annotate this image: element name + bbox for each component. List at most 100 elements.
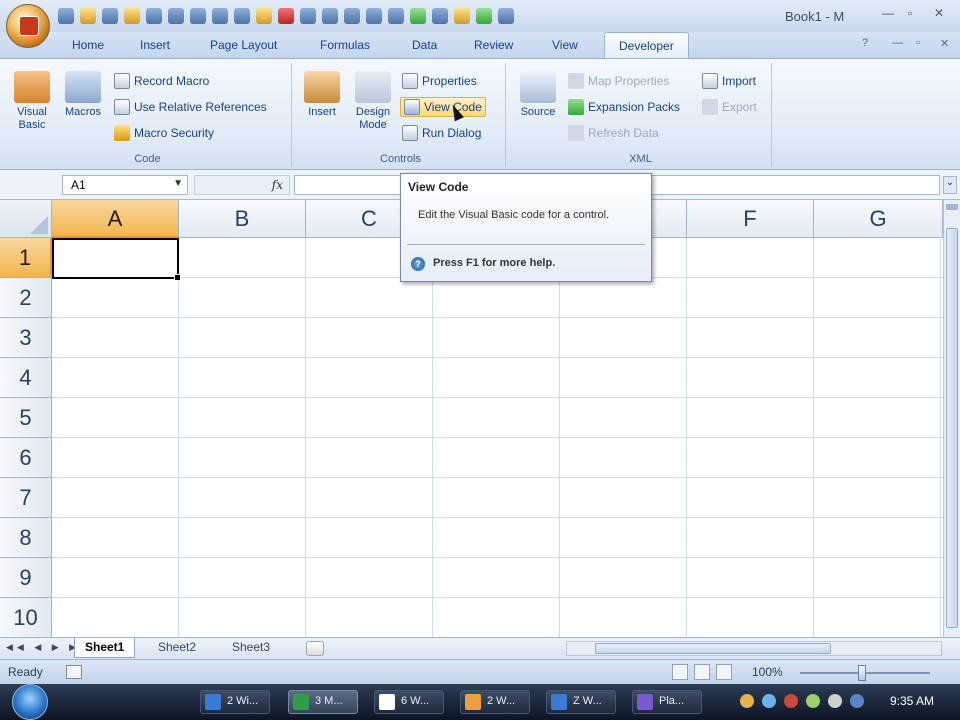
tray-icon[interactable] <box>784 694 798 708</box>
tab-page-layout[interactable]: Page Layout <box>210 38 277 52</box>
insert-sheet-icon[interactable] <box>306 641 324 656</box>
horizontal-scroll-thumb[interactable] <box>595 643 831 654</box>
map-properties-button[interactable]: Map Properties <box>568 73 669 89</box>
chart-icon[interactable] <box>410 8 426 24</box>
sort-ascending-icon[interactable] <box>190 8 206 24</box>
row-header-5[interactable]: 5 <box>0 398 52 438</box>
record-macro-button[interactable]: Record Macro <box>114 73 209 89</box>
refresh-data-button[interactable]: Refresh Data <box>568 125 659 141</box>
print-icon[interactable] <box>102 8 118 24</box>
page-layout-view-icon[interactable] <box>694 664 710 680</box>
start-button[interactable] <box>12 684 48 720</box>
use-relative-references-button[interactable]: Use Relative References <box>114 99 267 115</box>
view-code-button[interactable]: View Code <box>400 97 486 117</box>
taskbar-item-4[interactable]: 2 W... <box>460 690 530 714</box>
checkmark-icon[interactable] <box>476 8 492 24</box>
sheet-tab-sheet1[interactable]: Sheet1 <box>74 638 136 658</box>
mdi-close-button[interactable]: ✕ <box>940 37 949 50</box>
expansion-packs-button[interactable]: Expansion Packs <box>568 99 680 115</box>
column-header-f[interactable]: F <box>687 200 814 238</box>
import-button[interactable]: Import <box>702 73 756 89</box>
export-button[interactable]: Export <box>702 99 757 115</box>
zoom-slider-thumb[interactable] <box>858 665 866 681</box>
name-box[interactable]: A1 ▼ <box>62 175 188 195</box>
language-icon[interactable] <box>850 694 864 708</box>
tab-data[interactable]: Data <box>412 38 437 52</box>
office-button[interactable] <box>6 4 50 48</box>
cell-area[interactable] <box>52 238 943 637</box>
tray-icon[interactable] <box>806 694 820 708</box>
redo-icon[interactable] <box>168 8 184 24</box>
row-header-4[interactable]: 4 <box>0 358 52 398</box>
taskbar-item-3[interactable]: 6 W... <box>374 690 444 714</box>
macros-button[interactable]: Macros <box>60 71 106 119</box>
tab-insert[interactable]: Insert <box>140 38 170 52</box>
mdi-minimize-button[interactable]: — <box>892 37 903 49</box>
insert-control-button[interactable]: Insert <box>300 71 344 119</box>
column-header-b[interactable]: B <box>179 200 306 238</box>
row-header-9[interactable]: 9 <box>0 558 52 598</box>
zoom-icon[interactable] <box>344 8 360 24</box>
visual-basic-button[interactable]: Visual Basic <box>10 71 54 132</box>
taskbar-item-2[interactable]: 3 M... <box>288 690 358 714</box>
row-header-3[interactable]: 3 <box>0 318 52 358</box>
row-header-2[interactable]: 2 <box>0 278 52 318</box>
tab-formulas[interactable]: Formulas <box>320 38 370 52</box>
sort-descending-icon[interactable] <box>212 8 228 24</box>
minimize-button[interactable]: — <box>882 6 894 20</box>
network-icon[interactable] <box>762 694 776 708</box>
open-icon[interactable] <box>80 8 96 24</box>
spelling-icon[interactable] <box>388 8 404 24</box>
close-button[interactable]: ✕ <box>934 6 944 20</box>
camera-icon[interactable] <box>432 8 448 24</box>
normal-view-icon[interactable] <box>672 664 688 680</box>
horizontal-scrollbar[interactable] <box>566 641 942 656</box>
row-header-10[interactable]: 10 <box>0 598 52 637</box>
tray-icon[interactable] <box>740 694 754 708</box>
tab-developer[interactable]: Developer <box>604 32 689 58</box>
split-handle[interactable] <box>946 204 958 210</box>
taskbar-item-5[interactable]: Z W... <box>546 690 616 714</box>
chevron-down-icon[interactable]: ▼ <box>173 178 183 189</box>
clock[interactable]: 9:35 AM <box>890 694 934 708</box>
zoom-level[interactable]: 100% <box>752 665 783 679</box>
restore-button[interactable]: ▫ <box>908 6 912 20</box>
find-icon[interactable] <box>366 8 382 24</box>
properties-button[interactable]: Properties <box>402 73 477 89</box>
column-header-a[interactable]: A <box>52 200 179 238</box>
row-header-7[interactable]: 7 <box>0 478 52 518</box>
run-dialog-button[interactable]: Run Dialog <box>402 125 481 141</box>
source-button[interactable]: Source <box>514 71 562 119</box>
volume-icon[interactable] <box>828 694 842 708</box>
tab-view[interactable]: View <box>552 38 578 52</box>
design-mode-button[interactable]: Design Mode <box>348 71 398 132</box>
font-color-icon[interactable] <box>278 8 294 24</box>
page-break-view-icon[interactable] <box>716 664 732 680</box>
active-cell-a1[interactable] <box>52 238 181 281</box>
insert-function-icon[interactable]: fx <box>272 178 283 192</box>
tab-home[interactable]: Home <box>72 38 104 52</box>
row-header-1[interactable]: 1 <box>0 238 52 278</box>
percent-icon[interactable] <box>322 8 338 24</box>
sheet-tab-sheet2[interactable]: Sheet2 <box>148 638 206 658</box>
decrease-decimal-icon[interactable] <box>300 8 316 24</box>
undo-icon[interactable] <box>146 8 162 24</box>
mdi-restore-button[interactable]: ▫ <box>916 37 920 49</box>
help-icon[interactable]: ? <box>862 37 868 49</box>
vertical-scroll-thumb[interactable] <box>946 228 958 628</box>
folder-icon[interactable] <box>124 8 140 24</box>
expand-formula-bar-icon[interactable]: ⌄ <box>943 176 957 194</box>
taskbar-item-1[interactable]: 2 Wi... <box>200 690 270 714</box>
vertical-scrollbar[interactable] <box>943 200 960 637</box>
taskbar-item-6[interactable]: Pla... <box>632 690 702 714</box>
row-header-8[interactable]: 8 <box>0 518 52 558</box>
tab-review[interactable]: Review <box>474 38 513 52</box>
row-header-6[interactable]: 6 <box>0 438 52 478</box>
macro-security-button[interactable]: Macro Security <box>114 125 214 141</box>
fill-color-icon[interactable] <box>256 8 272 24</box>
sheet-tab-sheet3[interactable]: Sheet3 <box>222 638 280 658</box>
save-icon[interactable] <box>58 8 74 24</box>
select-all-button[interactable] <box>0 200 52 238</box>
bold-icon[interactable] <box>234 8 250 24</box>
column-header-g[interactable]: G <box>814 200 943 238</box>
